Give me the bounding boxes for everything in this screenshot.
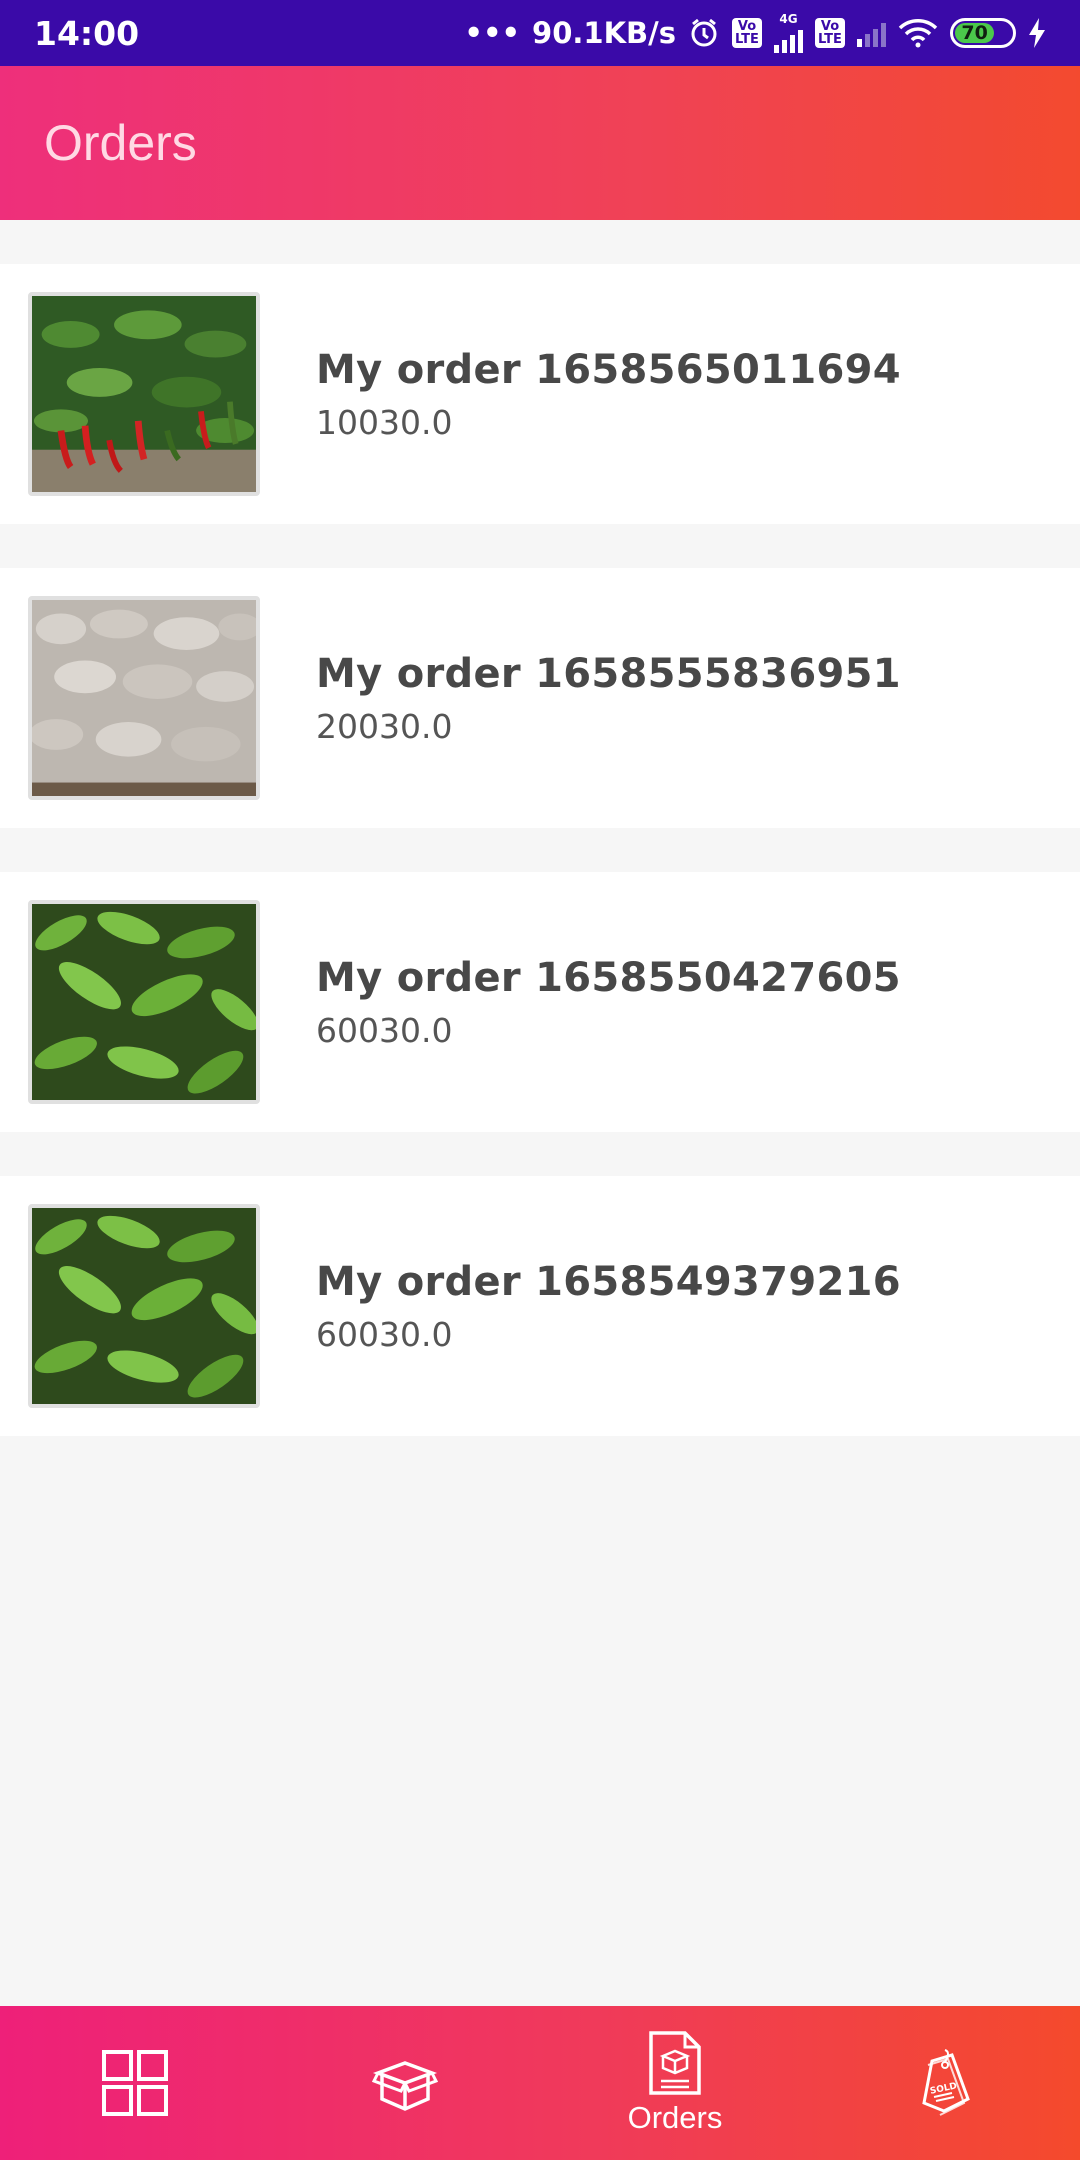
page-title: Orders <box>44 115 197 171</box>
network-type: 4G <box>779 12 798 26</box>
order-price: 20030.0 <box>316 706 453 746</box>
battery-icon: 70 <box>950 18 1016 48</box>
order-title: My order 1658549379216 <box>316 1258 901 1305</box>
nav-orders[interactable]: Orders <box>540 2006 810 2160</box>
status-bar: 14:00 ••• 90.1KB/s Vo LTE 4G Vo LTE 70 <box>0 0 1080 66</box>
battery-level: 70 <box>955 22 995 44</box>
dashboard-grid-icon <box>102 2050 168 2116</box>
nav-sold[interactable]: SOLD <box>810 2006 1080 2160</box>
sold-tag-icon: SOLD <box>922 2049 970 2116</box>
network-speed: 90.1KB/s <box>532 16 676 50</box>
orders-document-icon <box>649 2031 701 2095</box>
order-card[interactable]: My order 1658549379216 60030.0 <box>0 1176 1080 1436</box>
nav-orders-label: Orders <box>627 2100 723 2135</box>
more-dots-icon: ••• <box>464 16 521 50</box>
order-price: 60030.0 <box>316 1010 453 1050</box>
signal-icon <box>857 19 886 47</box>
signal-4g-icon: 4G <box>774 13 803 53</box>
status-time: 14:00 <box>34 13 140 53</box>
alarm-icon <box>688 17 720 49</box>
volte-icon: Vo LTE <box>732 18 762 48</box>
order-image-pepper-leaves <box>28 1204 260 1408</box>
order-card[interactable]: My order 1658555836951 20030.0 <box>0 568 1080 828</box>
status-icons: ••• 90.1KB/s Vo LTE 4G Vo LTE 70 <box>464 13 1046 53</box>
order-image-chili-plants <box>28 292 260 496</box>
order-title: My order 1658565011694 <box>316 346 901 393</box>
orders-list: My order 1658565011694 10030.0 My order <box>0 264 1080 1480</box>
order-card[interactable]: My order 1658565011694 10030.0 <box>0 264 1080 524</box>
charging-icon <box>1028 18 1046 48</box>
box-icon <box>372 2061 438 2111</box>
nav-products[interactable] <box>270 2006 540 2160</box>
nav-dashboard[interactable] <box>0 2006 270 2160</box>
order-title: My order 1658555836951 <box>316 650 901 697</box>
bottom-nav: Orders SOLD <box>0 2006 1080 2160</box>
volte-icon-2: Vo LTE <box>815 18 845 48</box>
order-title: My order 1658550427605 <box>316 954 901 1001</box>
app-bar: Orders <box>0 66 1080 220</box>
order-card[interactable]: My order 1658550427605 60030.0 <box>0 872 1080 1132</box>
order-image-pepper-leaves <box>28 900 260 1104</box>
wifi-icon <box>898 18 938 48</box>
order-price: 10030.0 <box>316 402 453 442</box>
order-image-cotton <box>28 596 260 800</box>
order-price: 60030.0 <box>316 1314 453 1354</box>
